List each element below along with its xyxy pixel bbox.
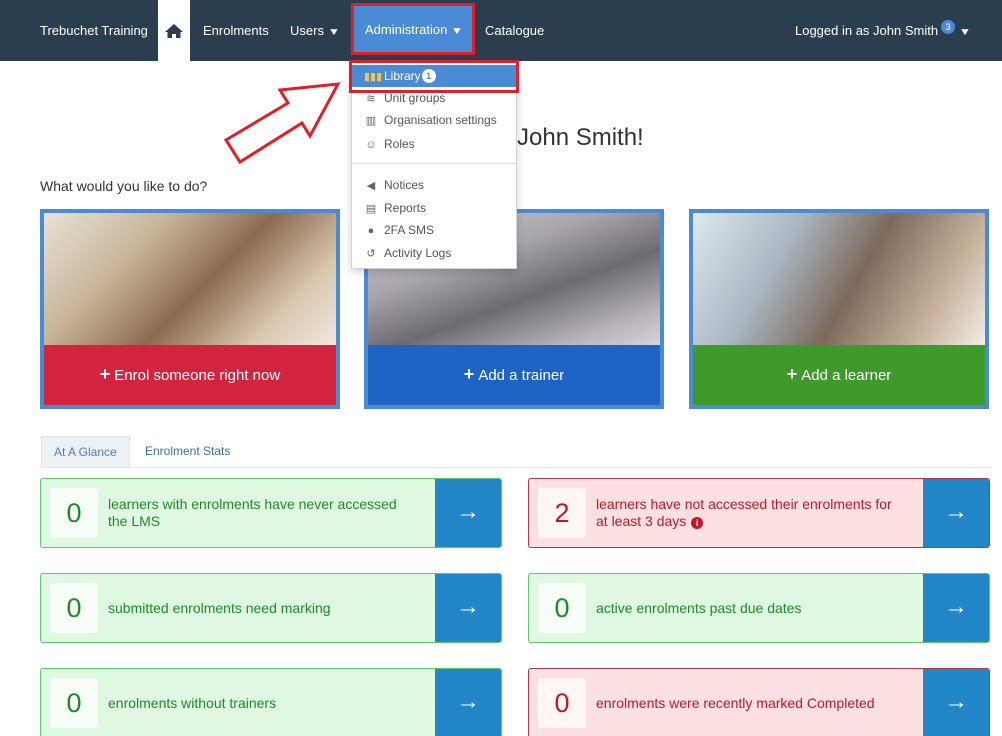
report-icon: ▤ [365, 203, 377, 215]
user-menu[interactable]: Logged in as John Smith 3 ▼ [794, 0, 972, 61]
plus-icon: + [786, 364, 798, 384]
tab-at-a-glance[interactable]: At A Glance [41, 436, 130, 468]
arrow-right-button[interactable]: → [923, 669, 989, 736]
arrow-right-button[interactable]: → [923, 574, 989, 642]
nav-catalogue[interactable]: Catalogue [485, 0, 544, 61]
card-photo [44, 213, 336, 345]
home-icon [165, 24, 183, 38]
brand-link[interactable]: Trebuchet Training [40, 0, 148, 61]
welcome-heading: John Smith! [517, 124, 644, 151]
menu-item-label: Reports [384, 201, 427, 215]
roles-icon: ☺ [365, 139, 377, 151]
add-learner-card[interactable]: + Add a learner [689, 209, 989, 409]
menu-item-label: Unit groups [384, 91, 446, 105]
stat-label: enrolments were recently marked Complete… [596, 694, 875, 711]
menu-item-organisation-settings[interactable]: ▥ Organisation settings [352, 109, 516, 131]
stat-without-trainers: 0 enrolments without trainers → [40, 668, 502, 736]
nav-administration[interactable]: Administration ▼ [353, 6, 473, 52]
menu-item-reports[interactable]: ▤ Reports [352, 197, 516, 219]
card-photo [693, 213, 985, 345]
arrow-right-button[interactable]: → [435, 669, 501, 736]
card-label: Add a trainer [478, 367, 565, 384]
arrow-right-icon: → [456, 498, 480, 525]
caret-down-icon: ▼ [451, 26, 464, 37]
stat-value: 0 [50, 583, 98, 633]
plus-icon: + [463, 364, 475, 384]
card-label: Add a learner [801, 367, 892, 384]
menu-item-label: Library [384, 69, 421, 83]
enrol-band[interactable]: + Enrol someone right now [44, 345, 336, 405]
menu-item-activity-logs[interactable]: ↺ Activity Logs [352, 242, 516, 264]
menu-item-unit-groups[interactable]: ≋ Unit groups [352, 87, 516, 109]
stat-never-accessed: 0 learners with enrolments have never ac… [40, 478, 502, 548]
stat-text: learners have not accessed their enrolme… [596, 479, 896, 547]
top-navbar: Trebuchet Training Enrolments Users ▼ Adm… [0, 0, 1002, 61]
enrol-card[interactable]: + Enrol someone right now [40, 209, 340, 409]
administration-dropdown: ▮▮▮ Library 1 ≋ Unit groups ▥ Organisation s… [351, 61, 517, 269]
nav-enrolments[interactable]: Enrolments [203, 0, 269, 61]
logged-in-label: Logged in as John Smith [794, 23, 939, 38]
notification-badge: 3 [941, 20, 956, 34]
sms-icon: ● [367, 225, 375, 237]
library-badge: 1 [421, 69, 436, 83]
layers-icon: ≋ [366, 93, 376, 105]
nav-administration-label: Administration [365, 22, 448, 37]
stat-recently-completed: 0 enrolments were recently marked Comple… [528, 668, 990, 736]
home-button[interactable] [158, 0, 190, 61]
stat-not-accessed-3-days: 2 learners have not accessed their enrol… [528, 478, 990, 548]
arrow-right-icon: → [456, 688, 480, 715]
pointer-arrow-graphic [223, 82, 341, 165]
organisation-icon: ▥ [365, 115, 377, 127]
menu-item-notices[interactable]: ◀ Notices [352, 174, 516, 196]
menu-item-roles[interactable]: ☺ Roles [352, 133, 516, 155]
stat-label: learners have not accessed their enrolme… [596, 496, 892, 529]
arrow-right-icon: → [456, 593, 480, 620]
arrow-right-button[interactable]: → [923, 479, 989, 547]
stat-text: enrolments without trainers [108, 669, 408, 736]
nav-users-label: Users [290, 23, 324, 38]
arrow-right-icon: → [944, 688, 968, 715]
stat-value: 0 [538, 583, 586, 633]
stat-value: 0 [50, 488, 98, 538]
menu-item-library[interactable]: ▮▮▮ Library 1 [352, 65, 516, 87]
menu-item-label: Organisation settings [384, 113, 497, 127]
add-learner-band[interactable]: + Add a learner [693, 345, 985, 405]
prompt-text: What would you like to do? [40, 178, 208, 194]
menu-item-label: 2FA SMS [384, 223, 435, 237]
stat-label: learners with enrolments have never acce… [108, 496, 397, 529]
arrow-right-icon: → [944, 498, 968, 525]
plus-icon: + [99, 364, 111, 384]
arrow-right-icon: → [944, 593, 968, 620]
menu-item-label: Notices [384, 178, 425, 192]
stat-value: 0 [50, 678, 98, 728]
stat-value: 0 [538, 678, 586, 728]
stat-text: active enrolments past due dates [596, 574, 896, 642]
caret-down-icon: ▼ [327, 27, 341, 38]
stat-text: submitted enrolments need marking [108, 574, 408, 642]
menu-item-2fa-sms[interactable]: ● 2FA SMS [352, 219, 516, 241]
stat-value: 2 [538, 488, 586, 538]
tab-enrolment-stats[interactable]: Enrolment Stats [133, 436, 242, 468]
menu-item-label: Activity Logs [384, 246, 452, 260]
add-trainer-band[interactable]: + Add a trainer [368, 345, 660, 405]
stat-need-marking: 0 submitted enrolments need marking → [40, 573, 502, 643]
card-label: Enrol someone right now [114, 367, 281, 384]
stat-label: submitted enrolments need marking [108, 599, 331, 616]
caret-down-icon: ▼ [958, 27, 972, 38]
menu-item-label: Roles [384, 137, 415, 151]
history-icon: ↺ [366, 248, 376, 260]
arrow-right-button[interactable]: → [435, 574, 501, 642]
stat-label: active enrolments past due dates [596, 599, 802, 616]
stat-label: enrolments without trainers [108, 694, 277, 711]
info-icon[interactable]: i [691, 517, 704, 529]
stat-text: learners with enrolments have never acce… [108, 479, 408, 547]
tabs-divider [41, 467, 991, 468]
stat-past-due: 0 active enrolments past due dates → [528, 573, 990, 643]
nav-users[interactable]: Users ▼ [290, 0, 341, 61]
library-icon: ▮▮▮ [364, 71, 383, 83]
menu-divider [352, 163, 516, 164]
stat-text: enrolments were recently marked Complete… [596, 669, 896, 736]
arrow-right-button[interactable]: → [435, 479, 501, 547]
megaphone-icon: ◀ [366, 180, 376, 192]
